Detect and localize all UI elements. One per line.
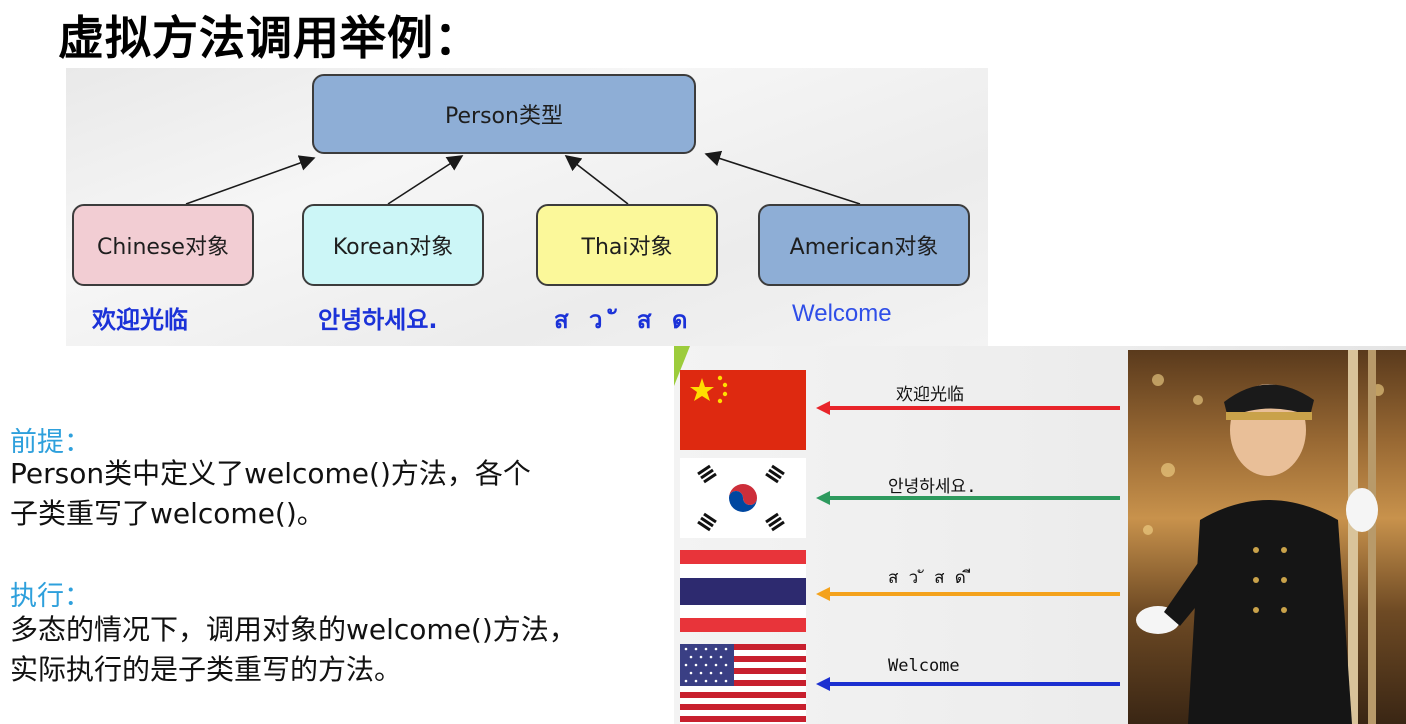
chinese-greeting: 欢迎光临	[92, 306, 188, 334]
arrow-korean	[387, 155, 464, 205]
photo-label-korean: 안녕하세요.	[888, 477, 977, 497]
execution-heading: 执行：	[10, 581, 91, 612]
premise-text: Person类中定义了welcome()方法，各个 子类重写了welcome()…	[10, 454, 531, 534]
premise-line-1: Person类中定义了welcome()方法，各个	[10, 457, 531, 490]
inheritance-diagram: Person类型 Chinese对象 Korean对象 Thai对象 Ameri…	[66, 68, 988, 346]
thai-object-box: Thai对象	[536, 204, 718, 286]
slide-title: 虚拟方法调用举例：	[58, 11, 481, 65]
premise-line-2: 子类重写了welcome()。	[10, 497, 325, 530]
korean-object-box: Korean对象	[302, 204, 484, 286]
thai-greeting: ส ว ั ส ด	[554, 306, 694, 334]
photo-label-thai: ส ว ั ส ด ี	[888, 568, 972, 588]
doorman-figure	[1136, 350, 1384, 724]
arrowhead-red	[816, 401, 830, 415]
execution-line-1: 多态的情况下，调用对象的welcome()方法，	[10, 613, 577, 646]
photo-label-english: Welcome	[888, 656, 960, 676]
arrow-american	[704, 150, 861, 205]
person-type-box: Person类型	[312, 74, 696, 154]
greeting-photo: 欢迎光临 안녕하세요. ส ว ั ส ด ี Welcome	[674, 346, 1406, 724]
chinese-object-box: Chinese对象	[72, 204, 254, 286]
american-greeting: Welcome	[792, 300, 892, 327]
doorman-photo	[1128, 350, 1406, 724]
arrowhead-blue	[816, 677, 830, 691]
arrowhead-green	[816, 491, 830, 505]
arrow-chinese	[185, 155, 316, 205]
american-object-box: American对象	[758, 204, 970, 286]
photo-label-chinese: 欢迎光临	[896, 385, 964, 405]
arrow-thai	[564, 155, 629, 205]
execution-text: 多态的情况下，调用对象的welcome()方法， 实际执行的是子类重写的方法。	[10, 610, 577, 690]
arrowhead-orange	[816, 587, 830, 601]
korean-greeting: 안녕하세요.	[318, 306, 438, 334]
execution-line-2: 实际执行的是子类重写的方法。	[10, 653, 403, 686]
